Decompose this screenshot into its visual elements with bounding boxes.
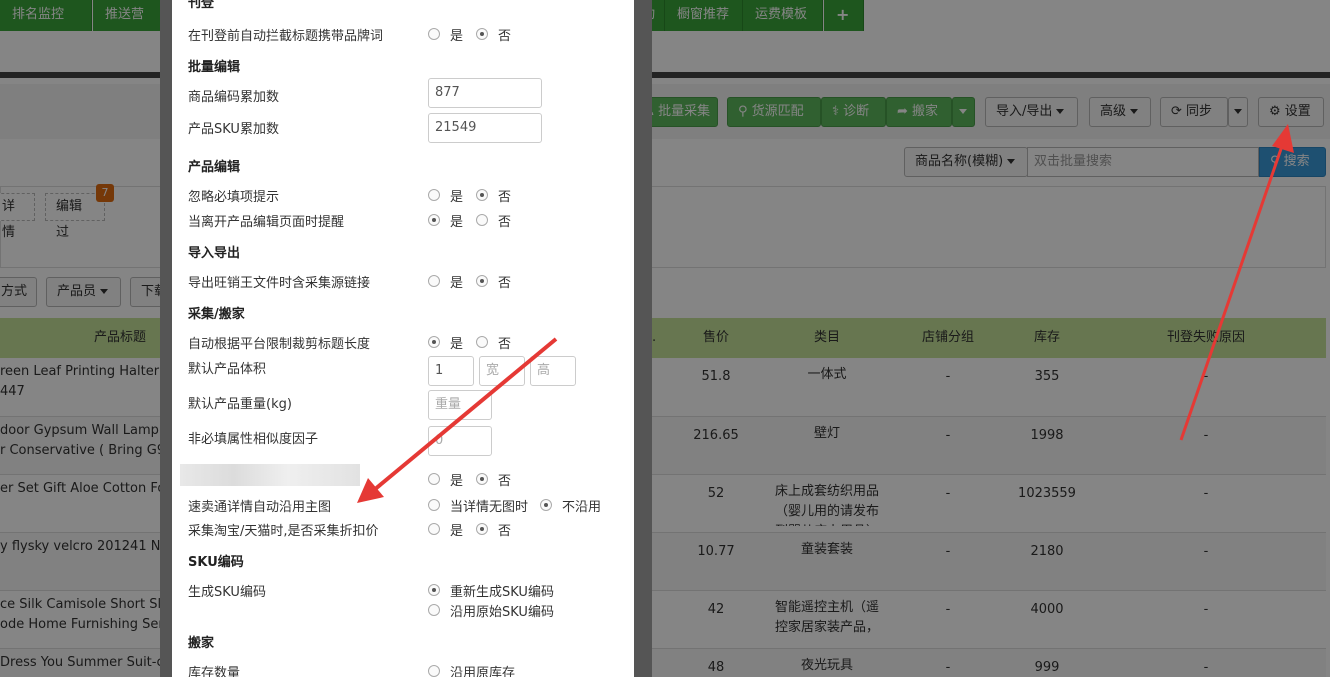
regen-sku-radio[interactable] (428, 584, 440, 596)
section-sku-code: SKU编码 (188, 555, 244, 570)
discount-price-label: 采集淘宝/天猫时,是否采集折扣价 (188, 524, 379, 539)
option-label: 沿用原始SKU编码 (450, 605, 554, 620)
sku-increment-input[interactable]: 21549 (428, 113, 542, 143)
export-link-no-radio[interactable] (476, 275, 488, 287)
option-label: 是 (450, 190, 464, 205)
redacted-label (180, 464, 360, 486)
stock-qty-label: 库存数量 (188, 666, 241, 677)
auto-trim-yes-radio[interactable] (428, 336, 440, 348)
option-label: 重新生成SKU编码 (450, 585, 554, 600)
main-image-label: 速卖通详情自动沿用主图 (188, 500, 332, 515)
option-label: 否 (498, 276, 512, 291)
settings-modal: 刊登 在刊登前自动拦截标题携带品牌词 是 否 批量编辑 商品编码累加数 877 … (160, 0, 652, 677)
volume-width-input[interactable]: 宽 (479, 356, 525, 386)
sku-increment-label: 产品SKU累加数 (188, 122, 279, 137)
redacted-yes-radio[interactable] (428, 473, 440, 485)
section-product-edit: 产品编辑 (188, 160, 241, 175)
section-move: 搬家 (188, 636, 215, 651)
leave-remind-label: 当离开产品编辑页面时提醒 (188, 215, 345, 230)
section-import-export: 导入导出 (188, 246, 241, 261)
default-volume-label: 默认产品体积 (188, 362, 267, 377)
redacted-no-radio[interactable] (476, 473, 488, 485)
option-label: 是 (450, 29, 464, 44)
option-label: 否 (498, 215, 512, 230)
option-label: 是 (450, 276, 464, 291)
gen-sku-label: 生成SKU编码 (188, 585, 266, 600)
section-collect-move: 采集/搬家 (188, 307, 245, 322)
block-brand-yes-radio[interactable] (428, 28, 440, 40)
leave-remind-yes-radio[interactable] (428, 214, 440, 226)
option-label: 否 (498, 524, 512, 539)
option-label: 是 (450, 524, 464, 539)
export-link-label: 导出旺销王文件时含采集源链接 (188, 276, 371, 291)
leave-remind-no-radio[interactable] (476, 214, 488, 226)
discount-price-no-radio[interactable] (476, 523, 488, 535)
settings-form: 刊登 在刊登前自动拦截标题携带品牌词 是 否 批量编辑 商品编码累加数 877 … (172, 0, 634, 677)
weight-input[interactable]: 重量 (428, 390, 492, 420)
option-label: 沿用原库存 (450, 666, 516, 677)
auto-trim-no-radio[interactable] (476, 336, 488, 348)
option-label: 否 (498, 337, 512, 352)
option-label: 否 (498, 474, 512, 489)
option-label: 是 (450, 337, 464, 352)
section-publish: 刊登 (188, 0, 215, 11)
option-label: 是 (450, 215, 464, 230)
code-increment-label: 商品编码累加数 (188, 90, 280, 105)
similarity-label: 非必填属性相似度因子 (188, 432, 319, 447)
option-label: 当详情无图时 (450, 500, 529, 515)
block-brand-no-radio[interactable] (476, 28, 488, 40)
volume-length-input[interactable]: 1 (428, 356, 474, 386)
section-batch-edit: 批量编辑 (188, 60, 241, 75)
keep-sku-radio[interactable] (428, 604, 440, 616)
volume-height-input[interactable]: 高 (530, 356, 576, 386)
option-label: 是 (450, 474, 464, 489)
discount-price-yes-radio[interactable] (428, 523, 440, 535)
option-label: 否 (498, 190, 512, 205)
main-image-not-use-radio[interactable] (540, 499, 552, 511)
ignore-required-no-radio[interactable] (476, 189, 488, 201)
code-increment-input[interactable]: 877 (428, 78, 542, 108)
export-link-yes-radio[interactable] (428, 275, 440, 287)
default-weight-label: 默认产品重量(kg) (188, 397, 292, 412)
keep-stock-radio[interactable] (428, 665, 440, 677)
option-label: 不沿用 (562, 500, 602, 515)
main-image-when-no-img-radio[interactable] (428, 499, 440, 511)
auto-trim-label: 自动根据平台限制裁剪标题长度 (188, 337, 371, 352)
option-label: 否 (498, 29, 512, 44)
similarity-input[interactable]: 0 (428, 426, 492, 456)
ignore-required-yes-radio[interactable] (428, 189, 440, 201)
block-brand-label: 在刊登前自动拦截标题携带品牌词 (188, 29, 384, 44)
ignore-required-label: 忽略必填项提示 (188, 190, 280, 205)
